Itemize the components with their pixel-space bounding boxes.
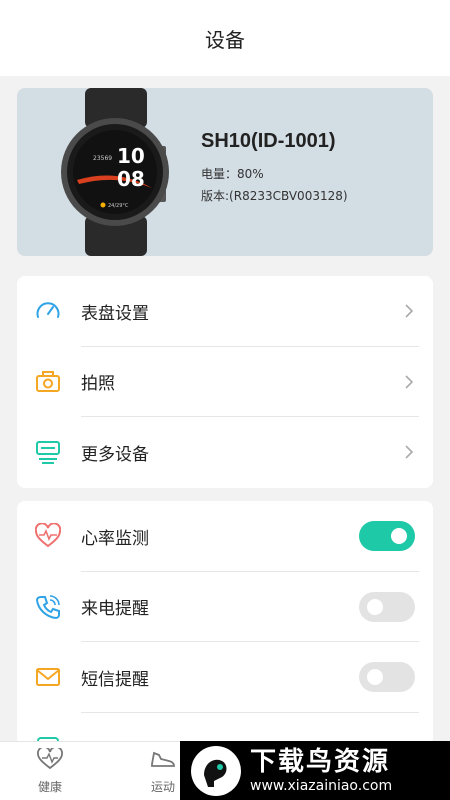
camera-icon — [35, 369, 61, 395]
menu-item-label: 表盘设置 — [81, 303, 149, 324]
chevron-right-icon — [405, 304, 414, 318]
toggle-knob — [391, 528, 407, 545]
chevron-right-icon — [405, 375, 414, 389]
shoe-icon — [151, 751, 175, 767]
watermark-url: www.xiazainiao.com — [250, 777, 393, 794]
chevron-right-icon — [405, 445, 414, 460]
mail-icon — [35, 664, 61, 690]
page-title: 设备 — [205, 27, 245, 52]
notifications-card: 心率监测 来电提醒 短信提醒 APP提醒 — [17, 501, 433, 746]
toggle-knob — [367, 598, 383, 615]
top-bar: 设备 — [0, 0, 450, 76]
firmware-version: 版本:(R8233CBV003128) — [201, 189, 348, 203]
gauge-icon — [35, 298, 61, 324]
menu-item-more-devices[interactable]: 更多设备 — [17, 417, 433, 488]
setting-sms-reminder: 短信提醒 — [17, 642, 433, 713]
device-card[interactable]: 23569 10 08 24/29°C SH10(ID-1001) 电量：80%… — [17, 88, 433, 256]
watch-steps-text: 23569 — [93, 155, 112, 162]
heart-rate-toggle[interactable] — [359, 521, 415, 552]
device-name: SH10(ID-1001) — [201, 130, 336, 152]
call-reminder-toggle[interactable] — [359, 591, 415, 622]
battery-level: 电量：80% — [201, 167, 264, 181]
settings-card: 表盘设置 拍照 更多设备 — [17, 276, 433, 488]
setting-label: 心率监测 — [81, 528, 149, 549]
menu-item-watch-face[interactable]: 表盘设置 — [17, 276, 433, 347]
toggle-knob — [367, 669, 383, 686]
tab-label: 健康 — [37, 780, 62, 794]
watermark-banner: 下载鸟资源 www.xiazainiao.com — [180, 741, 450, 800]
watermark-title: 下载鸟资源 — [250, 746, 391, 777]
watch-weather-text: 24/29°C — [108, 203, 129, 209]
device-info: SH10(ID-1001) 电量：80% 版本:(R8233CBV003128) — [201, 130, 348, 207]
bird-logo-icon — [191, 745, 241, 796]
menu-item-label: 更多设备 — [81, 444, 149, 465]
heart-rate-icon — [35, 523, 61, 549]
smartwatch-image: 23569 10 08 24/29°C — [61, 88, 169, 256]
watch-minute-text: 08 — [117, 167, 145, 191]
tab-health[interactable]: 健康 — [20, 746, 80, 795]
setting-label: 来电提醒 — [81, 599, 149, 620]
setting-call-reminder: 来电提醒 — [17, 572, 433, 643]
heart-icon — [37, 746, 63, 770]
watch-hour-text: 10 — [117, 144, 145, 168]
sms-reminder-toggle[interactable] — [359, 662, 415, 693]
setting-heart-rate: 心率监测 — [17, 501, 433, 572]
setting-label: 短信提醒 — [81, 669, 149, 690]
watermark-text: 下载鸟资源 www.xiazainiao.com — [250, 747, 392, 795]
menu-item-label: 拍照 — [81, 374, 115, 395]
menu-item-camera[interactable]: 拍照 — [17, 347, 433, 418]
phone-icon — [35, 594, 61, 620]
device-icon — [35, 439, 61, 465]
